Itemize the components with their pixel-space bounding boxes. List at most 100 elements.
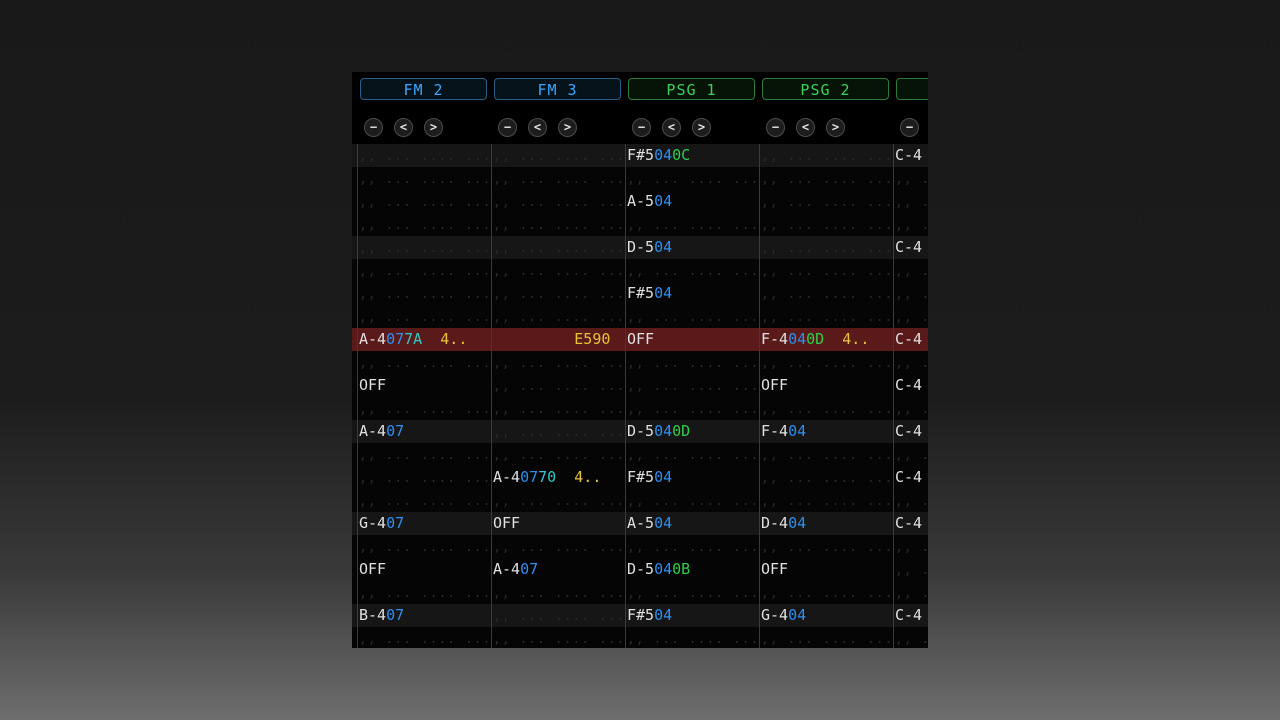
pattern-cell[interactable]: ,, ... .... .... [493, 397, 626, 420]
pattern-cell[interactable]: ,, ... .... .... [761, 351, 894, 374]
pattern-cell[interactable]: ,, ... .... .... [493, 305, 626, 328]
pattern-cell[interactable]: D-5040D [627, 420, 760, 443]
pattern-cell[interactable]: ,, ... .... .... [493, 489, 626, 512]
pattern-cell[interactable]: ,, ... .... .... [761, 489, 894, 512]
pattern-cell[interactable]: ,, ... .... .... [895, 190, 928, 213]
pattern-cell[interactable]: ,, ... .... .... [359, 466, 492, 489]
pattern-cell[interactable]: OFF [359, 558, 492, 581]
channel-name-2[interactable]: FM 3 [494, 78, 621, 100]
pattern-cell[interactable]: ,, ... .... .... [761, 144, 894, 167]
pattern-cell[interactable]: ,, ... .... .... [895, 305, 928, 328]
channel-3-next-button[interactable]: > [692, 118, 711, 137]
pattern-cell[interactable]: ,, ... .... .... [493, 167, 626, 190]
pattern-cell[interactable]: ,, ... .... .... [761, 627, 894, 648]
pattern-cell[interactable]: ,, ... .... .... [359, 627, 492, 648]
channel-5-mute-button[interactable]: − [900, 118, 919, 137]
pattern-cell[interactable]: A-504 [627, 512, 760, 535]
pattern-cell[interactable]: ,, ... .... .... [359, 190, 492, 213]
pattern-cell[interactable]: ,, ... .... .... [627, 167, 760, 190]
pattern-cell[interactable]: ,, ... .... .... [359, 282, 492, 305]
pattern-cell[interactable]: ,, ... .... .... [895, 213, 928, 236]
pattern-cell[interactable]: F#504 [627, 282, 760, 305]
pattern-cell[interactable]: C-4 [895, 420, 928, 443]
pattern-cell[interactable]: ,, ... .... .... [895, 489, 928, 512]
pattern-cell[interactable]: ,, ... .... .... [895, 397, 928, 420]
pattern-cell[interactable]: ,, ... .... .... [359, 535, 492, 558]
pattern-cell[interactable]: C-4 [895, 236, 928, 259]
pattern-cell[interactable]: B-407 [359, 604, 492, 627]
pattern-cell[interactable]: ,, ... .... .... [761, 213, 894, 236]
pattern-cell[interactable]: ,, ... .... .... [761, 305, 894, 328]
pattern-cell[interactable]: ,, ... .... .... [359, 213, 492, 236]
pattern-cell[interactable]: ,, ... .... .... [627, 351, 760, 374]
pattern-cell[interactable]: ,, ... .... .... [627, 374, 760, 397]
pattern-cell[interactable]: ,, ... .... .... [761, 190, 894, 213]
pattern-cell[interactable]: ,, ... .... .... [761, 397, 894, 420]
channel-1-next-button[interactable]: > [424, 118, 443, 137]
channel-name-3[interactable]: PSG 1 [628, 78, 755, 100]
pattern-cell[interactable]: ,, ... .... .... [493, 581, 626, 604]
pattern-cell[interactable]: A-407 [493, 558, 626, 581]
pattern-cell[interactable]: ,, ... .... .... [627, 535, 760, 558]
channel-3-prev-button[interactable]: < [662, 118, 681, 137]
pattern-cell[interactable]: ,, ... .... .... [359, 443, 492, 466]
pattern-cell[interactable]: A-40770 4.. [493, 466, 626, 489]
pattern-cell[interactable]: ,, ... .... .... [627, 627, 760, 648]
pattern-cell[interactable]: ,, ... .... .... [761, 236, 894, 259]
pattern-cell[interactable]: ,, ... .... .... [493, 443, 626, 466]
channel-4-mute-button[interactable]: − [766, 118, 785, 137]
pattern-cell[interactable]: ,, ... .... .... [895, 627, 928, 648]
pattern-cell[interactable]: F-404 [761, 420, 894, 443]
pattern-cell[interactable]: ,, ... .... .... [761, 443, 894, 466]
pattern-cell[interactable]: ,, ... .... .... [359, 167, 492, 190]
channel-2-prev-button[interactable]: < [528, 118, 547, 137]
channel-4-next-button[interactable]: > [826, 118, 845, 137]
pattern-cell[interactable]: OFF [493, 512, 626, 535]
pattern-cell[interactable]: ,, ... .... .... [895, 581, 928, 604]
pattern-cell[interactable]: ,, ... .... .... [627, 305, 760, 328]
pattern-cell[interactable]: ,, ... .... .... [895, 167, 928, 190]
pattern-cell[interactable]: ,, ... .... .... [895, 558, 928, 581]
pattern-cell[interactable]: ,, ... .... .... [493, 351, 626, 374]
pattern-cell[interactable]: D-404 [761, 512, 894, 535]
pattern-cell[interactable]: ,, ... .... .... [761, 259, 894, 282]
pattern-cell[interactable]: C-4 [895, 604, 928, 627]
pattern-cell[interactable]: C-4 [895, 144, 928, 167]
pattern-cell[interactable]: ,, ... .... .... [493, 374, 626, 397]
pattern-cell[interactable]: OFF [761, 374, 894, 397]
pattern-cell[interactable]: ,, ... .... .... [359, 144, 492, 167]
pattern-cell[interactable]: F#5040C [627, 144, 760, 167]
pattern-cell[interactable]: ,, ... .... .... [359, 581, 492, 604]
channel-2-next-button[interactable]: > [558, 118, 577, 137]
pattern-cell[interactable]: ,, ... .... .... [493, 420, 626, 443]
pattern-cell[interactable]: ,, ... .... .... [627, 213, 760, 236]
pattern-cell[interactable]: ,, ... .... .... [627, 259, 760, 282]
pattern-cell[interactable]: OFF [627, 328, 760, 351]
channel-name-4[interactable]: PSG 2 [762, 78, 889, 100]
pattern-cell[interactable]: ,, ... .... .... [493, 190, 626, 213]
pattern-editor[interactable]: FM 2− < > FM 3− < > PSG 1− < > PSG 2− < > − ,, ... .… [352, 72, 928, 648]
pattern-cell[interactable]: ,, ... .... .... [895, 282, 928, 305]
pattern-cell[interactable]: A-504 [627, 190, 760, 213]
channel-1-mute-button[interactable]: − [364, 118, 383, 137]
pattern-cell[interactable]: ,, ... .... .... [359, 305, 492, 328]
pattern-cell[interactable]: ,, ... .... .... [493, 259, 626, 282]
pattern-cell[interactable]: ,, ... .... .... [493, 236, 626, 259]
pattern-cell[interactable]: G-404 [761, 604, 894, 627]
pattern-cell[interactable]: ,, ... .... .... [493, 282, 626, 305]
pattern-cell[interactable]: ,, ... .... .... [895, 351, 928, 374]
pattern-cell[interactable]: ,, ... .... .... [761, 535, 894, 558]
pattern-cell[interactable]: ,, ... .... .... [359, 397, 492, 420]
pattern-cell[interactable]: ,, ... .... .... [627, 581, 760, 604]
pattern-cell[interactable]: ,, ... .... .... [493, 627, 626, 648]
pattern-cell[interactable]: ,, ... .... .... [359, 236, 492, 259]
pattern-cell[interactable]: ,, ... .... .... [359, 351, 492, 374]
pattern-cell[interactable]: A-4077A 4.. [359, 328, 492, 351]
pattern-cell[interactable]: C-4 [895, 466, 928, 489]
pattern-cell[interactable]: ,, ... .... .... [761, 581, 894, 604]
pattern-cell[interactable]: ,, ... .... .... [761, 466, 894, 489]
pattern-cell[interactable]: ,, ... .... .... [493, 213, 626, 236]
pattern-cell[interactable]: F#504 [627, 466, 760, 489]
pattern-cell[interactable]: ,, ... .... .... [761, 167, 894, 190]
pattern-cell[interactable]: ,, ... .... .... [627, 443, 760, 466]
